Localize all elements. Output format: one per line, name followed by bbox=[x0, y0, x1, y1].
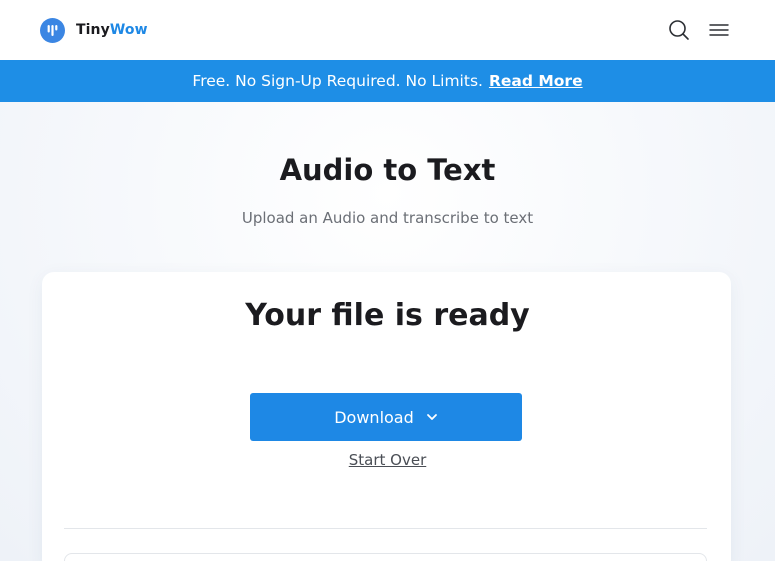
menu-button[interactable] bbox=[708, 19, 730, 41]
download-button[interactable]: Download bbox=[250, 393, 522, 441]
page-title: Audio to Text bbox=[279, 153, 496, 187]
chevron-down-icon bbox=[426, 414, 437, 420]
start-over-link[interactable]: Start Over bbox=[0, 451, 775, 469]
transcript-box bbox=[64, 553, 707, 561]
header-actions bbox=[668, 19, 730, 41]
result-title: Your file is ready bbox=[245, 298, 530, 333]
hamburger-menu-icon bbox=[709, 24, 729, 36]
section-divider bbox=[64, 528, 707, 529]
banner-text: Free. No Sign-Up Required. No Limits. bbox=[192, 72, 483, 90]
promo-banner: Free. No Sign-Up Required. No Limits. Re… bbox=[0, 60, 775, 102]
search-icon bbox=[669, 20, 689, 40]
brand-logo[interactable]: TinyWow bbox=[40, 17, 148, 43]
read-more-link[interactable]: Read More bbox=[489, 72, 583, 90]
tinywow-logo-icon bbox=[40, 17, 65, 43]
brand-name-part1: Tiny bbox=[76, 22, 110, 38]
search-button[interactable] bbox=[668, 19, 690, 41]
download-label: Download bbox=[334, 407, 414, 427]
brand-name: TinyWow bbox=[76, 22, 148, 38]
top-header: TinyWow bbox=[0, 0, 775, 60]
page-subtitle: Upload an Audio and transcribe to text bbox=[241, 209, 534, 227]
brand-name-part2: Wow bbox=[109, 22, 148, 38]
